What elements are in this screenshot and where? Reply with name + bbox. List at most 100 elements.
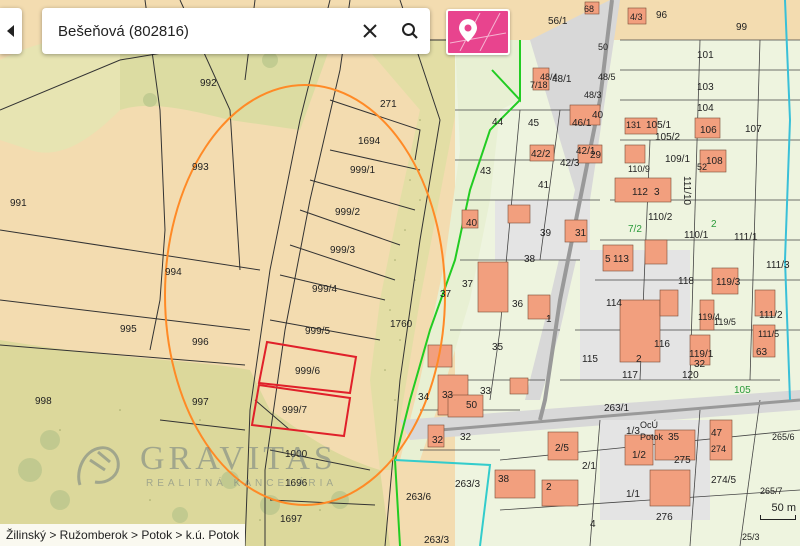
parcel-label: 40 — [466, 218, 478, 229]
scale-label: 50 m — [771, 502, 796, 514]
parcel-label: 42/2 — [531, 149, 551, 160]
parcel-label: 29 — [590, 150, 602, 161]
parcel-label: 38 — [524, 254, 536, 265]
parcel-label: 2/5 — [555, 443, 569, 454]
parcel-label: 111/2 — [759, 310, 783, 321]
parcel-label: 36 — [512, 299, 524, 310]
search-bar: Bešeňová (802816) — [42, 8, 430, 54]
parcel-label: 119/5 — [714, 317, 736, 327]
parcel-label: 48/4 — [540, 72, 558, 82]
parcel-label: 52 — [697, 162, 707, 172]
parcel-label: 47 — [711, 428, 723, 439]
search-input[interactable]: Bešeňová (802816) — [42, 23, 350, 40]
parcel-label: 116 — [654, 339, 670, 350]
watermark-tagline: REALITNÁ KANCELÁRIA — [146, 478, 338, 489]
parcel-label: 38 — [498, 474, 510, 485]
place-label: Potok — [640, 432, 664, 442]
parcel-label: 4 — [590, 519, 596, 530]
sidebar-toggle-button[interactable] — [0, 8, 22, 54]
parcel-label: 1697 — [280, 514, 303, 525]
parcel-label: 2 — [546, 482, 552, 493]
triangle-left-icon — [7, 25, 14, 37]
parcel-label: 68 — [584, 4, 594, 14]
parcel-label: 45 — [528, 118, 540, 129]
parcel-label: 32 — [460, 432, 472, 443]
parcel-label: 4/3 — [630, 12, 643, 22]
parcel-label: 37 — [440, 289, 452, 300]
parcel-label: 5 — [605, 254, 611, 265]
parcel-label: 2/1 — [582, 461, 596, 472]
parcel-label: 994 — [165, 267, 182, 278]
parcel-label: 113 — [613, 254, 629, 265]
parcel-label: 1/1 — [626, 489, 640, 500]
parcel-label: 110/1 — [684, 230, 709, 241]
griffin-logo-icon — [77, 446, 120, 486]
watermark-name: GRAVITAS — [140, 440, 337, 477]
parcel-label: 105/1 — [646, 120, 671, 131]
parcel-label: 991 — [10, 198, 27, 209]
parcel-label: 274 — [711, 444, 726, 454]
parcel-label: 993 — [192, 162, 209, 173]
parcel-label: 25/3 — [742, 532, 760, 542]
parcel-label: 46/1 — [572, 118, 592, 129]
parcel-label: 114 — [606, 298, 622, 309]
parcel-label: 108 — [706, 156, 723, 167]
parcel-label: 1/3 — [626, 426, 640, 437]
map-pin-layer-icon — [450, 13, 506, 51]
parcel-label: 99 — [736, 22, 748, 33]
parcel-label: 63 — [756, 347, 768, 358]
parcel-label: 101 — [697, 50, 714, 61]
parcel-label: 50 — [466, 400, 478, 411]
parcel-label: 999/7 — [282, 405, 307, 416]
parcel-label: 265/7 — [760, 486, 783, 496]
parcel-label: 104 — [697, 103, 714, 114]
parcel-label: 48/3 — [584, 90, 602, 100]
parcel-label: 999/5 — [305, 326, 330, 337]
parcel-label: 996 — [192, 337, 209, 348]
watermark-logo: GRAVITAS REALITNÁ KANCELÁRIA — [70, 440, 370, 490]
parcel-label: 107 — [745, 124, 762, 135]
parcel-label: 56/1 — [548, 16, 568, 27]
parcel-label: 34 — [418, 392, 430, 403]
parcel-label: 111/1 — [734, 232, 758, 243]
parcel-label: 33 — [480, 386, 492, 397]
parcel-label: 131 — [626, 120, 641, 130]
layer-switch-button[interactable] — [446, 9, 510, 55]
parcel-label: 117 — [622, 370, 638, 381]
parcel-label: 105 — [734, 385, 751, 396]
parcel-label: 120 — [682, 370, 699, 381]
parcel-label: 48/5 — [598, 72, 616, 82]
parcel-label: 265/6 — [772, 432, 795, 442]
search-icon — [402, 23, 418, 39]
parcel-label: 96 — [656, 10, 668, 21]
parcel-label: 39 — [540, 228, 552, 239]
parcel-label: 37 — [462, 279, 474, 290]
parcel-label: 7/2 — [628, 224, 642, 235]
parcel-label: 276 — [656, 512, 673, 523]
parcel-label: 105/2 — [655, 132, 680, 143]
clear-button[interactable] — [350, 8, 390, 54]
parcel-label: 992 — [200, 78, 217, 89]
parcel-label: 110/2 — [648, 212, 673, 223]
parcel-label: 112 — [632, 187, 648, 198]
breadcrumb: Žilinský > Ružomberok > Potok > k.ú. Pot… — [0, 524, 246, 546]
search-button[interactable] — [390, 8, 430, 54]
parcel-label: 106 — [700, 125, 717, 136]
scale-bar — [760, 515, 796, 520]
parcel-label: 999/2 — [335, 207, 360, 218]
parcel-label: 111/10 — [681, 176, 692, 206]
parcel-label: 41 — [538, 180, 550, 191]
parcel-label: 118 — [678, 276, 694, 287]
parcel-label: 1760 — [390, 319, 413, 330]
parcel-label: 275 — [674, 455, 691, 466]
parcel-label: 42/3 — [560, 158, 580, 169]
place-label: OcÚ — [640, 420, 658, 430]
parcel-label: 997 — [192, 397, 209, 408]
parcel-label: 111/5 — [758, 329, 779, 339]
parcel-label: 999/1 — [350, 165, 375, 176]
parcel-label: 995 — [120, 324, 137, 335]
parcel-label: 1694 — [358, 136, 381, 147]
parcel-label: 263/6 — [406, 492, 431, 503]
parcel-label: 109/1 — [665, 154, 690, 165]
parcel-label: 111/3 — [766, 260, 790, 271]
